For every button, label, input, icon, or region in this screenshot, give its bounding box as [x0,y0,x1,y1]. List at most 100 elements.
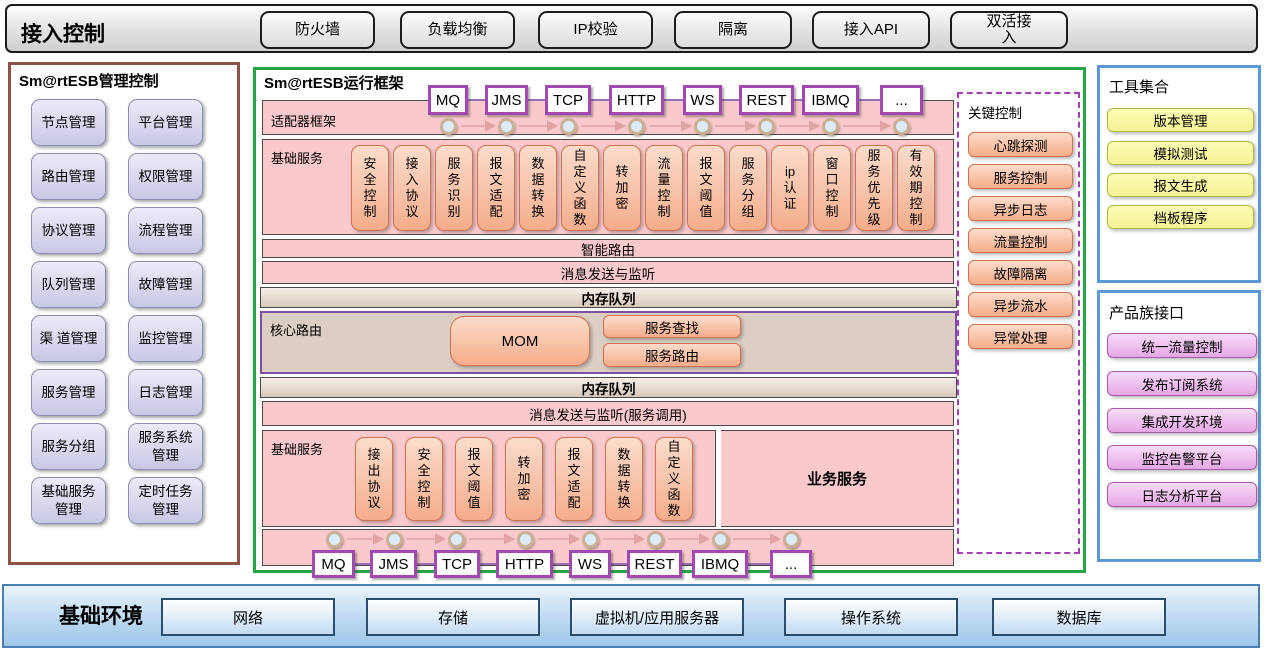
key-service-control: 服务控制 [968,164,1073,189]
env-database: 数据库 [992,598,1166,636]
mgmt-node: 节点管理 [31,99,106,146]
core-routing-label: 核心路由 [270,320,322,339]
connector-node-icon [712,531,729,548]
svc-traffic-ctrl: 流量控制 [645,145,683,231]
connector-node-icon [440,118,457,135]
protocol-top-more: ... [880,85,923,115]
svc-msg-adapt-in: 报文适配 [477,145,515,231]
env-vm-appserver: 虚拟机/应用服务器 [570,598,744,636]
svc-msg-threshold-out: 报文阈值 [455,437,493,521]
connector-node-icon [560,118,577,135]
mgmt-base-service: 基础服务管理 [31,477,106,524]
access-control-bar: 接入控制 防火墙 负载均衡 IP校验 隔离 接入API 双活接入 [5,4,1258,53]
protocol-bottom-more: ... [770,550,812,578]
svc-validity-ctrl: 有效期控制 [897,145,935,231]
core-routing-section: 核心路由 MOM 服务查找 服务路由 [260,311,957,374]
protocol-top-jms: JMS [485,85,528,115]
business-services-box: 业务服务 [721,431,953,526]
ip-verify-box: IP校验 [538,11,653,49]
env-network: 网络 [161,598,335,636]
memory-queue-bottom-band: 内存队列 [260,377,957,398]
mgmt-queue: 队列管理 [31,261,106,308]
mgmt-service-system: 服务系统管理 [128,423,203,470]
service-route-box: 服务路由 [603,343,741,367]
base-environment-bar: 基础环境 网络 存储 虚拟机/应用服务器 操作系统 数据库 [2,584,1260,648]
product-monitor-alert: 监控告警平台 [1107,445,1257,470]
mgmt-monitor: 监控管理 [128,315,203,362]
product-pubsub: 发布订阅系统 [1107,371,1257,396]
connector-node-icon [517,531,534,548]
connector-node-icon [758,118,775,135]
protocol-top-ws: WS [683,85,722,115]
svc-msg-adapt-out: 报文适配 [555,437,593,521]
connector-node-icon [694,118,711,135]
tool-simulation-test: 模拟测试 [1107,141,1254,165]
memory-queue-top-band: 内存队列 [260,287,957,308]
tool-version-mgmt: 版本管理 [1107,108,1254,132]
svc-window-ctrl: 窗口控制 [813,145,851,231]
mgmt-fault: 故障管理 [128,261,203,308]
mgmt-protocol: 协议管理 [31,207,106,254]
protocol-bottom-http: HTTP [496,550,553,578]
management-panel: Sm@rtESB管理控制 节点管理 平台管理 路由管理 权限管理 协议管理 流程… [8,62,240,565]
svc-security-in: 安全控制 [351,145,389,231]
access-control-title: 接入控制 [21,18,105,48]
protocol-bottom-mq: MQ [312,550,355,578]
env-storage: 存储 [366,598,540,636]
svc-encrypt-in: 转加密 [603,145,641,231]
product-unified-traffic: 统一流量控制 [1107,333,1257,358]
key-async-log: 异步日志 [968,196,1073,221]
inbound-services-band: 基础服务 安全控制 接入协议 服务识别 报文适配 数据转换 自定义函数 转加密 … [262,139,954,235]
tools-panel: 工具集合 版本管理 模拟测试 报文生成 档板程序 [1097,65,1261,283]
product-family-title: 产品族接口 [1109,302,1184,323]
protocol-top-tcp: TCP [545,85,591,115]
mgmt-log: 日志管理 [128,369,203,416]
connector-node-icon [647,531,664,548]
msg-listen-invoke-band: 消息发送与监听(服务调用) [262,401,954,426]
svc-security-out: 安全控制 [405,437,443,521]
connector-node-icon [386,531,403,548]
outbound-services-label: 基础服务 [271,439,323,458]
svc-in-protocol: 接入协议 [393,145,431,231]
inbound-services-label: 基础服务 [271,148,323,167]
key-control-title: 关键控制 [968,102,1022,122]
env-os: 操作系统 [784,598,958,636]
mgmt-scheduled-task: 定时任务管理 [128,477,203,524]
key-async-flow: 异步流水 [968,292,1073,317]
mom-box: MOM [450,316,590,366]
mgmt-service: 服务管理 [31,369,106,416]
tool-msg-generate: 报文生成 [1107,173,1254,197]
svc-out-protocol: 接出协议 [355,437,393,521]
product-log-analysis: 日志分析平台 [1107,482,1257,507]
mgmt-routing: 路由管理 [31,153,106,200]
protocol-top-rest: REST [739,85,794,115]
load-balance-box: 负载均衡 [400,11,515,49]
product-family-panel: 产品族接口 统一流量控制 发布订阅系统 集成开发环境 监控告警平台 日志分析平台 [1097,290,1261,562]
mgmt-platform: 平台管理 [128,99,203,146]
svc-ip-auth: ip认证 [771,145,809,231]
key-heartbeat: 心跳探测 [968,132,1073,157]
mgmt-process: 流程管理 [128,207,203,254]
protocol-top-http: HTTP [609,85,664,115]
connector-node-icon [893,118,910,135]
svc-identify: 服务识别 [435,145,473,231]
base-environment-title: 基础环境 [59,600,143,630]
connector-node-icon [783,531,800,548]
adapter-label: 适配器框架 [271,111,336,130]
management-panel-title: Sm@rtESB管理控制 [19,70,159,91]
service-lookup-box: 服务查找 [603,315,741,338]
key-fault-isolation: 故障隔离 [968,260,1073,285]
runtime-title: Sm@rtESB运行框架 [264,72,404,93]
key-traffic-control: 流量控制 [968,228,1073,253]
isolation-box: 隔离 [674,11,792,49]
key-control-panel: 关键控制 心跳探测 服务控制 异步日志 流量控制 故障隔离 异步流水 异常处理 [957,92,1080,554]
svc-data-transform-out: 数据转换 [605,437,643,521]
protocol-bottom-ibmq: IBMQ [692,550,748,578]
key-exception-handle: 异常处理 [968,324,1073,349]
svc-custom-func-out: 自定义函数 [655,437,693,521]
management-grid: 节点管理 平台管理 路由管理 权限管理 协议管理 流程管理 队列管理 故障管理 … [31,99,223,524]
protocol-bottom-ws: WS [569,550,611,578]
mgmt-channel: 渠 道管理 [31,315,106,362]
tools-title: 工具集合 [1109,76,1169,97]
firewall-box: 防火墙 [260,11,375,49]
